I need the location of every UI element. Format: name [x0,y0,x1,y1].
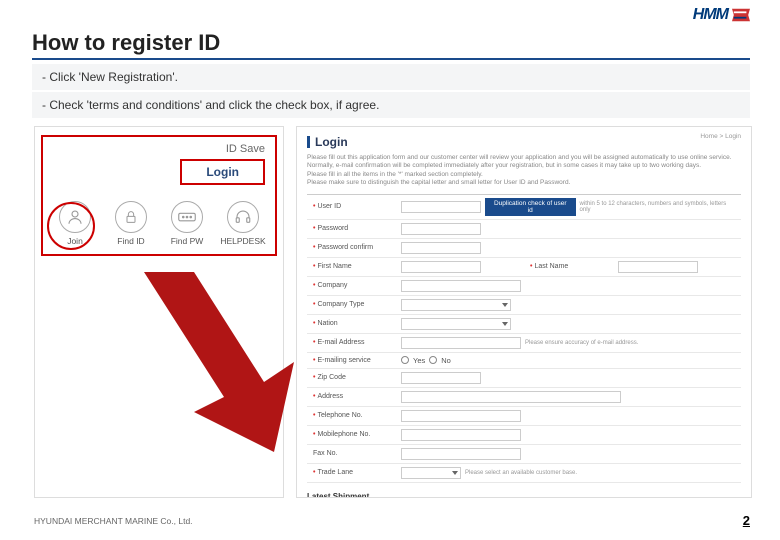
password-confirm-input[interactable] [401,242,481,254]
lock-icon [115,201,147,233]
dup-check-button[interactable]: Duplication check of user id [485,198,576,216]
last-name-input[interactable] [618,261,698,273]
company-type-select[interactable] [401,299,511,311]
logo-shield-icon [732,8,750,22]
form-note: Please fill out this application form an… [307,154,741,188]
logo-text: HMM [693,6,728,24]
form-grid: •User IDDuplication check of user idwith… [307,194,741,483]
find-id-label: Find ID [103,236,159,246]
registration-panel: Home > Login Login Please fill out this … [296,126,752,498]
login-button[interactable]: Login [180,159,265,185]
form-header: Login [307,135,741,149]
login-card: ID Save Login Join Find ID Find PW [41,135,277,256]
trade-select[interactable] [401,467,461,479]
instruction-2: - Check 'terms and conditions' and click… [32,92,750,118]
fax-input[interactable] [401,448,521,460]
headset-icon [227,201,259,233]
page-title: How to register ID [32,30,220,56]
brand-logo: HMM [693,6,750,24]
emailing-yes-radio[interactable] [401,356,409,364]
helpdesk-item[interactable]: HELPDESK [215,201,271,246]
password-icon [171,201,203,233]
title-underline [32,58,750,60]
zip-input[interactable] [401,372,481,384]
instruction-1: - Click 'New Registration'. [32,64,750,90]
address-input[interactable] [401,391,621,403]
emailing-no-radio[interactable] [429,356,437,364]
page-number: 2 [743,513,750,528]
first-name-input[interactable] [401,261,481,273]
breadcrumb: Home > Login [700,133,741,140]
instructions: - Click 'New Registration'. - Check 'ter… [32,64,750,120]
footer-company: HYUNDAI MERCHANT MARINE Co., Ltd. [34,516,193,526]
tel-input[interactable] [401,410,521,422]
red-arrow-icon [134,272,314,452]
company-input[interactable] [401,280,521,292]
nation-select[interactable] [401,318,511,330]
mobile-input[interactable] [401,429,521,441]
email-input[interactable] [401,337,521,349]
find-pw-item[interactable]: Find PW [159,201,215,246]
join-highlight-circle [47,202,95,250]
form-heading: Login [315,135,348,149]
find-pw-label: Find PW [159,236,215,246]
find-id-item[interactable]: Find ID [103,201,159,246]
id-save-label: ID Save [43,137,275,159]
helpdesk-label: HELPDESK [215,236,271,246]
password-input[interactable] [401,223,481,235]
user-id-input[interactable] [401,201,481,213]
header-bar [307,136,310,148]
latest-shipment-title: Latest Shipment [307,487,741,498]
